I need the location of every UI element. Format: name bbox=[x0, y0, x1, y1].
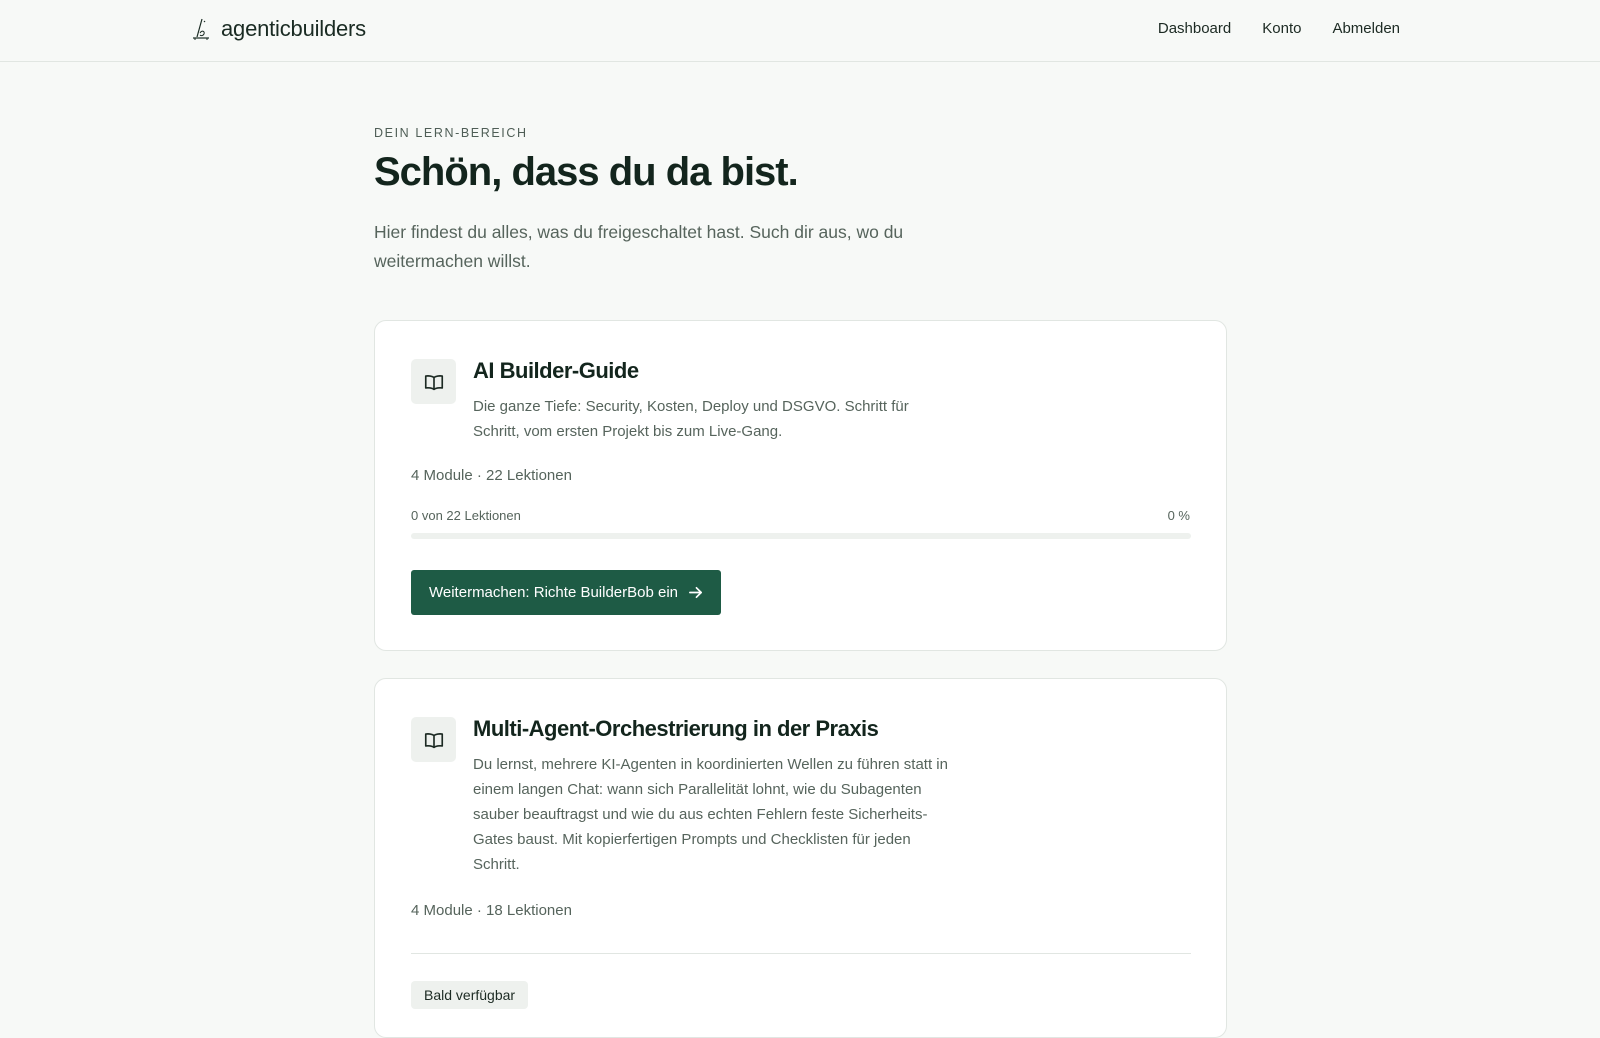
nav-abmelden-link[interactable]: Abmelden bbox=[1332, 20, 1400, 37]
course-meta: 4 Module · 22 Lektionen bbox=[411, 467, 572, 484]
section-eyebrow: DEIN LERN-BEREICH bbox=[374, 126, 528, 140]
card-divider bbox=[411, 953, 1191, 954]
status-badge: Bald verfügbar bbox=[411, 981, 529, 1009]
course-description: Du lernst, mehrere KI-Agenten in koordin… bbox=[473, 756, 948, 873]
progress-percent: 0 % bbox=[1167, 508, 1190, 523]
brand-name: agenticbuilders bbox=[221, 16, 366, 41]
continue-course-label: Weitermachen: Richte BuilderBob ein bbox=[429, 584, 679, 601]
main-nav: Dashboard Konto Abmelden bbox=[1158, 20, 1400, 37]
open-book-icon bbox=[411, 717, 456, 762]
course-card-ai-builder-guide: AI Builder-Guide Die ganze Tiefe: Securi… bbox=[374, 320, 1227, 651]
arrow-right-icon bbox=[689, 586, 702, 599]
nav-dashboard-link[interactable]: Dashboard bbox=[1158, 20, 1231, 37]
open-book-icon bbox=[411, 359, 456, 404]
course-title: AI Builder-Guide bbox=[473, 358, 639, 383]
progress-label: 0 von 22 Lektionen bbox=[411, 508, 521, 523]
page-title: Schön, dass du da bist. bbox=[374, 150, 799, 194]
progress-bar bbox=[411, 533, 1191, 539]
course-description: Die ganze Tiefe: Security, Kosten, Deplo… bbox=[473, 398, 909, 440]
course-meta: 4 Module · 18 Lektionen bbox=[411, 902, 572, 919]
brand-logo-link[interactable]: agenticbuilders bbox=[191, 16, 366, 42]
book-quill-icon bbox=[193, 18, 209, 40]
course-card-multi-agent: Multi-Agent-Orchestrierung in der Praxis… bbox=[374, 678, 1227, 1038]
nav-konto-link[interactable]: Konto bbox=[1262, 20, 1301, 37]
page-intro: Hier findest du alles, was du freigescha… bbox=[374, 222, 904, 271]
continue-course-button[interactable]: Weitermachen: Richte BuilderBob ein bbox=[411, 570, 722, 615]
course-title: Multi-Agent-Orchestrierung in der Praxis bbox=[473, 716, 879, 741]
top-bar: agenticbuilders Dashboard Konto Abmelden bbox=[0, 0, 1600, 62]
